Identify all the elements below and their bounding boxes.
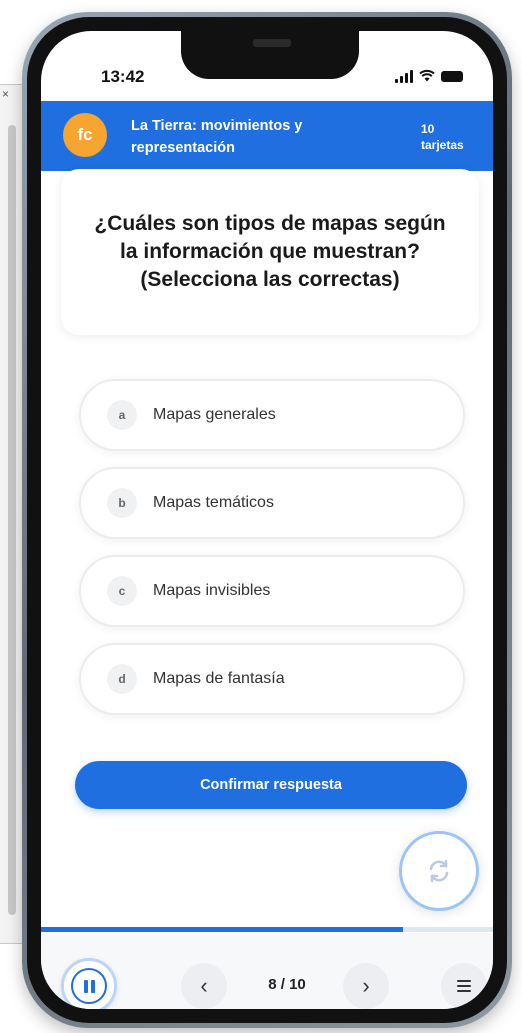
option-label: Mapas generales (153, 406, 276, 423)
pause-icon (71, 968, 107, 1004)
option-label: Mapas de fantasía (153, 670, 285, 687)
hamburger-menu-icon (457, 980, 471, 982)
card-count-number: 10 (421, 122, 435, 136)
progress-bar (41, 927, 493, 932)
option-letter: c (107, 576, 137, 606)
chevron-left-icon: ‹ (200, 973, 208, 998)
chevron-right-icon: › (362, 973, 370, 998)
option-letter: a (107, 400, 137, 430)
wifi-icon (419, 69, 435, 84)
phone-bezel: 13:42 fc La Tierra: movimientos y repres… (27, 17, 507, 1023)
status-bar: 13:42 (41, 31, 493, 101)
logo-text: fc (77, 125, 93, 144)
pause-button[interactable] (61, 958, 117, 1009)
answer-option-a[interactable]: a Mapas generales (79, 379, 465, 451)
next-card-button[interactable]: › (343, 963, 389, 1009)
progress-fill (41, 927, 403, 932)
question-card: ¿Cuáles son tipos de mapas según la info… (61, 169, 479, 335)
phone-screen: 13:42 fc La Tierra: movimientos y repres… (41, 31, 493, 1009)
answer-option-b[interactable]: b Mapas temáticos (79, 467, 465, 539)
notch (181, 31, 359, 79)
flip-card-button[interactable] (399, 831, 479, 911)
bottom-navigation: ‹ 8 / 10 › (41, 933, 493, 1009)
app-header: fc La Tierra: movimientos y representaci… (41, 101, 493, 171)
page-counter: 8 / 10 (268, 976, 306, 993)
status-icons (395, 69, 463, 84)
confirm-answer-button[interactable]: Confirmar respuesta (75, 761, 467, 809)
close-icon[interactable]: × (2, 87, 9, 101)
battery-icon (441, 71, 463, 82)
speaker-grille (253, 39, 291, 47)
card-count: 10 tarjetas (421, 121, 477, 153)
option-letter: d (107, 664, 137, 694)
card-count-label: tarjetas (421, 138, 464, 152)
deck-title: La Tierra: movimientos y representación (131, 118, 303, 156)
option-label: Mapas invisibles (153, 582, 271, 599)
option-letter: b (107, 488, 137, 518)
question-text: ¿Cuáles son tipos de mapas según la info… (94, 212, 446, 291)
menu-button[interactable] (441, 963, 487, 1009)
refresh-icon (429, 859, 449, 883)
answer-option-d[interactable]: d Mapas de fantasía (79, 643, 465, 715)
option-label: Mapas temáticos (153, 494, 274, 511)
screenshot-stage: × 13:42 fc La Tierra: movimientos y repr… (0, 0, 522, 1033)
status-time: 13:42 (101, 67, 145, 86)
scrollbar[interactable] (8, 125, 16, 915)
answer-option-c[interactable]: c Mapas invisibles (79, 555, 465, 627)
signal-icon (395, 70, 413, 83)
app-logo: fc (63, 113, 107, 157)
phone-frame: 13:42 fc La Tierra: movimientos y repres… (22, 12, 512, 1028)
previous-card-button[interactable]: ‹ (181, 963, 227, 1009)
